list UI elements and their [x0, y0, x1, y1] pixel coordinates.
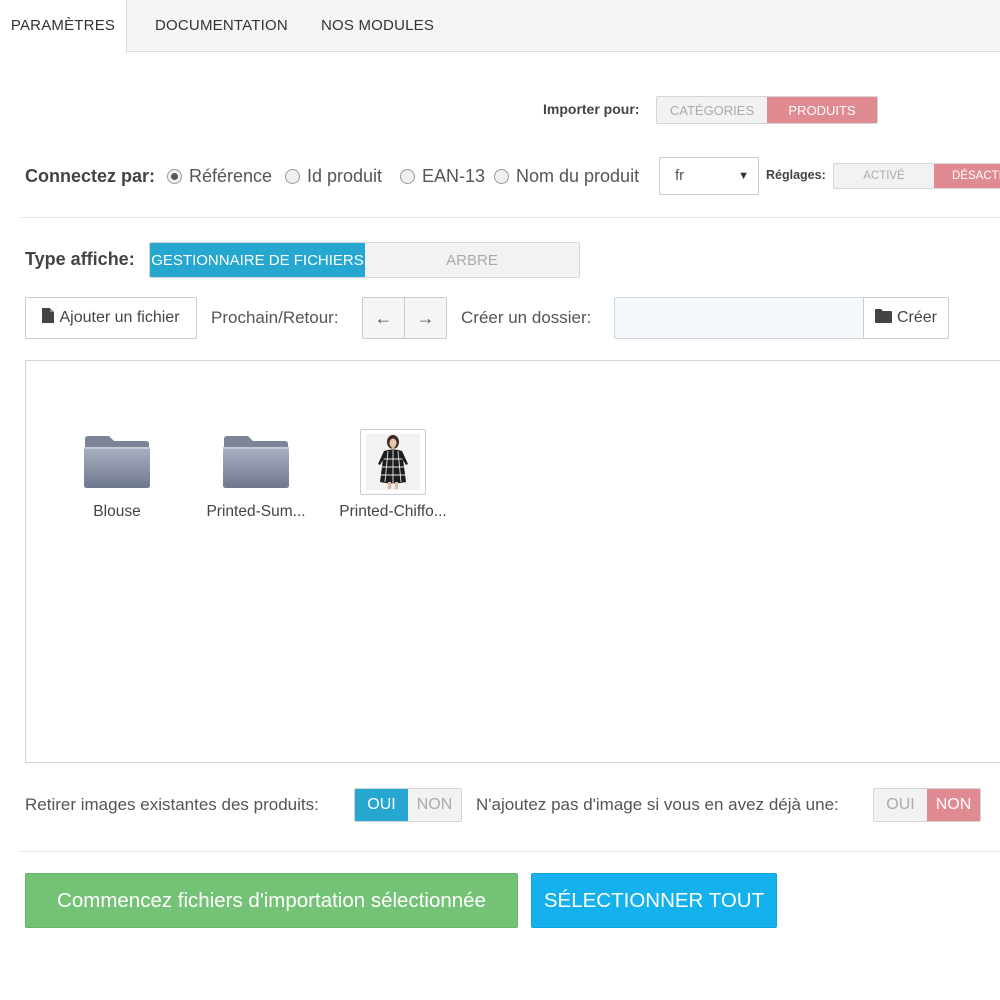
arrow-left-icon: ← [374, 307, 393, 328]
display-type-toggle: Gestionnaire de fichiers Arbre [149, 242, 580, 278]
create-folder-label: Créer un dossier: [461, 308, 592, 327]
folder-icon [194, 429, 318, 495]
import-for-toggle: Catégories Produits [656, 96, 878, 124]
language-select[interactable]: fr ▼ [659, 157, 759, 195]
reglages-active-option[interactable]: Activé [834, 164, 934, 188]
remove-existing-images-toggle: Oui Non [354, 788, 462, 822]
radio-reference-dot[interactable] [167, 169, 182, 184]
no-add-image-label: N'ajoutez pas d'image si vous en avez dé… [476, 795, 839, 814]
reglages-toggle: Activé Désacti [833, 163, 1000, 189]
tab-documentation[interactable]: Documentation [155, 0, 288, 52]
remove-images-yes-option[interactable]: Oui [355, 789, 408, 821]
import-categories-option[interactable]: Catégories [657, 97, 767, 123]
folder-icon [55, 429, 179, 495]
radio-ean13[interactable]: EAN-13 [400, 166, 485, 187]
select-all-button[interactable]: Sélectionner tout [531, 873, 777, 928]
radio-nom-produit[interactable]: Nom du produit [494, 166, 639, 187]
tab-bar: Paramètres Documentation Nos modules [0, 0, 1000, 53]
start-import-button[interactable]: Commencez fichiers d'importation sélecti… [25, 873, 518, 928]
file-name: Printed-Sum... [206, 503, 306, 520]
no-add-image-yes-option[interactable]: Oui [874, 789, 927, 821]
file-manager-area: Blouse Printed-Sum... Printed-Chiffo... [25, 360, 1000, 763]
create-folder-label-text: Créer [896, 309, 937, 326]
radio-reference[interactable]: Référence [167, 166, 272, 187]
file-name: Blouse [93, 503, 141, 520]
no-add-image-no-option[interactable]: Non [927, 789, 980, 821]
add-file-button[interactable]: Ajouter un fichier [25, 297, 197, 339]
arrow-right-icon: → [416, 307, 435, 328]
file-item-blouse[interactable]: Blouse [55, 429, 179, 521]
radio-nom-produit-dot[interactable] [494, 169, 509, 184]
file-item-printed-summer[interactable]: Printed-Sum... [194, 429, 318, 521]
dress-image-thumbnail [360, 429, 426, 495]
import-produits-option[interactable]: Produits [767, 97, 877, 123]
add-file-label: Ajouter un fichier [59, 309, 180, 326]
file-name: Printed-Chiffo... [339, 503, 447, 520]
next-button[interactable]: → [404, 297, 447, 339]
language-select-value: fr [675, 167, 685, 184]
file-item-printed-chiffon[interactable]: Printed-Chiffo... [331, 429, 455, 521]
image-thumbnail-frame [331, 429, 455, 495]
caret-down-icon: ▼ [738, 170, 749, 182]
connect-by-label: Connectez par: [25, 166, 156, 186]
reglages-label: Réglages: [766, 168, 826, 182]
radio-nom-produit-label: Nom du produit [516, 166, 640, 186]
reglages-desactive-option[interactable]: Désacti [934, 164, 1000, 188]
create-folder-button[interactable]: Créer [863, 297, 949, 339]
back-button[interactable]: ← [362, 297, 405, 339]
display-tree-option[interactable]: Arbre [365, 243, 579, 277]
radio-ean13-label: EAN-13 [422, 166, 486, 186]
divider [19, 851, 1000, 852]
radio-reference-label: Référence [189, 166, 273, 186]
tab-nos-modules[interactable]: Nos modules [321, 0, 434, 52]
no-add-image-toggle: Oui Non [873, 788, 981, 822]
remove-existing-images-label: Retirer images existantes des produits: [25, 795, 319, 814]
radio-id-produit-dot[interactable] [285, 169, 300, 184]
radio-id-produit-label: Id produit [307, 166, 383, 186]
folder-icon [874, 308, 892, 328]
remove-images-no-option[interactable]: Non [408, 789, 461, 821]
tab-parametres[interactable]: Paramètres [0, 0, 127, 53]
file-icon [42, 308, 55, 328]
divider [19, 217, 1000, 218]
display-file-manager-option[interactable]: Gestionnaire de fichiers [150, 243, 365, 277]
radio-ean13-dot[interactable] [400, 169, 415, 184]
display-type-label: Type affiche: [25, 249, 135, 269]
import-for-label: Importer pour: [543, 101, 640, 117]
next-back-label: Prochain/Retour: [211, 308, 339, 327]
radio-id-produit[interactable]: Id produit [285, 166, 382, 187]
folder-name-input[interactable] [614, 297, 864, 339]
